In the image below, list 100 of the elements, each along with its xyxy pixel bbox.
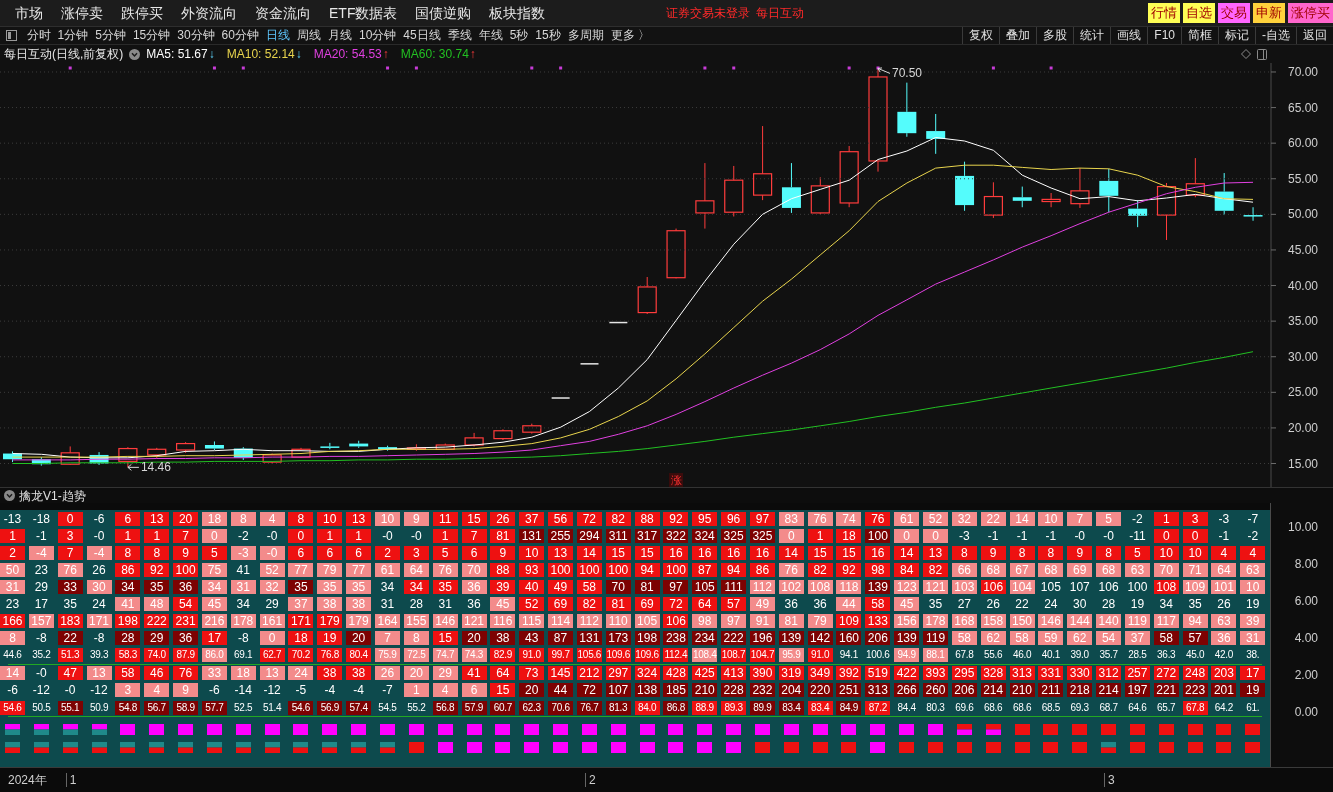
toolbar-button[interactable]: F10 bbox=[1147, 27, 1181, 44]
table-cell: 54.8 bbox=[115, 700, 141, 715]
table-cell: 3 bbox=[1182, 511, 1208, 526]
table-cell: 11 bbox=[432, 511, 458, 526]
table-cell: 138 bbox=[634, 683, 660, 698]
table-cell: 8 bbox=[403, 631, 429, 646]
table-cell: 69 bbox=[1067, 562, 1093, 577]
table-cell: 1 bbox=[317, 528, 343, 543]
table-cell: 231 bbox=[173, 614, 199, 629]
period-tab[interactable]: 更多 〉 bbox=[607, 27, 654, 44]
pointer-arrow-icon bbox=[877, 67, 891, 74]
table-cell-text: 40.1 bbox=[1040, 648, 1061, 663]
dropdown-icon[interactable] bbox=[129, 48, 141, 60]
period-tab[interactable]: 5分钟 bbox=[91, 27, 130, 44]
table-cell: 94.9 bbox=[894, 648, 920, 663]
toolbar-button[interactable]: 叠加 bbox=[999, 27, 1037, 44]
quick-button[interactable]: 自选 bbox=[1183, 3, 1215, 23]
panel-icon[interactable] bbox=[6, 30, 17, 41]
table-cell: 31 bbox=[1240, 631, 1266, 646]
menu-item[interactable]: 国债逆购 bbox=[406, 0, 481, 26]
toolbar-button[interactable]: 画线 bbox=[1110, 27, 1148, 44]
price-axis-label: 35.00 bbox=[1287, 314, 1318, 329]
table-cell: 93 bbox=[519, 562, 545, 577]
quick-button[interactable]: 申新 bbox=[1253, 3, 1285, 23]
period-tab[interactable]: 多周期 bbox=[564, 27, 608, 44]
panel-icon[interactable] bbox=[1257, 48, 1267, 60]
toolbar-button[interactable]: -自选 bbox=[1255, 27, 1296, 44]
table-cell: 70 bbox=[461, 562, 487, 577]
status-notice: 证券交易未登录 bbox=[666, 5, 751, 22]
period-tab[interactable]: 分时 bbox=[23, 27, 54, 44]
period-tab[interactable]: 15分钟 bbox=[129, 27, 174, 44]
table-cell: 15 bbox=[490, 683, 516, 698]
table-cell: 7 bbox=[1067, 511, 1093, 526]
table-cell: 63 bbox=[1211, 614, 1237, 629]
period-tab[interactable]: 45日线 bbox=[399, 27, 445, 44]
table-cell: 16 bbox=[692, 545, 718, 560]
menu-item[interactable]: 市场 bbox=[6, 0, 52, 26]
table-cell: 70 bbox=[605, 579, 631, 594]
quick-button[interactable]: 交易 bbox=[1218, 3, 1250, 23]
period-tab[interactable]: 周线 bbox=[293, 27, 325, 44]
table-cell: 58 bbox=[115, 666, 141, 681]
table-cell: 2 bbox=[374, 545, 400, 560]
table-cell: 8 bbox=[288, 511, 314, 526]
table-cell: 14 bbox=[0, 666, 25, 681]
table-cell: 238 bbox=[663, 631, 689, 646]
indicator-value: MA60: 30.74 bbox=[400, 46, 469, 63]
table-cell: 519 bbox=[865, 666, 891, 681]
menu-item[interactable]: 跌停买 bbox=[112, 0, 172, 26]
table-cell: 100 bbox=[576, 562, 602, 577]
table-cell: 76 bbox=[173, 666, 199, 681]
table-cell: 19 bbox=[1240, 683, 1266, 698]
menu-item[interactable]: ETF数据表 bbox=[320, 0, 407, 26]
price-axis-label: 70.00 bbox=[1287, 64, 1318, 79]
table-cell: 108 bbox=[1153, 579, 1179, 594]
table-cell: 67 bbox=[1009, 562, 1035, 577]
quick-button[interactable]: 行情 bbox=[1148, 3, 1180, 23]
period-tab[interactable]: 1分钟 bbox=[54, 27, 92, 44]
table-cell: 313 bbox=[1009, 666, 1035, 681]
toolbar-button[interactable]: 标记 bbox=[1218, 27, 1255, 44]
table-cell: 8 bbox=[144, 545, 170, 560]
table-cell: 77 bbox=[288, 562, 314, 577]
table-cell: 38 bbox=[346, 597, 372, 611]
period-tab[interactable]: 10分钟 bbox=[355, 27, 400, 44]
table-cell: 260 bbox=[923, 683, 948, 698]
table-cell: 39 bbox=[490, 579, 516, 594]
dropdown-icon[interactable] bbox=[4, 490, 15, 501]
table-cell: 422 bbox=[894, 666, 920, 681]
table-cell-text: -11 bbox=[1128, 528, 1147, 543]
toolbar-button[interactable]: 多股 bbox=[1036, 27, 1074, 44]
table-cell: 17 bbox=[201, 631, 227, 646]
table-cell-text: 17 bbox=[33, 597, 49, 611]
toolbar-button[interactable]: 简框 bbox=[1181, 27, 1218, 44]
period-tab[interactable]: 季线 bbox=[444, 27, 476, 44]
table-cell: 425 bbox=[692, 666, 718, 681]
table-cell: 44 bbox=[548, 683, 574, 698]
period-tab[interactable]: 15秒 bbox=[531, 27, 565, 44]
period-tab[interactable]: 年线 bbox=[475, 27, 507, 44]
table-cell: 52 bbox=[923, 511, 948, 526]
menu-item[interactable]: 外资流向 bbox=[172, 0, 246, 26]
table-cell: 6 bbox=[115, 511, 141, 526]
table-cell-text: 34 bbox=[235, 597, 251, 611]
table-cell: 82 bbox=[807, 562, 833, 577]
period-tab[interactable]: 30分钟 bbox=[173, 27, 219, 44]
toolbar-button[interactable]: 返回 bbox=[1296, 27, 1333, 44]
trend-arrow: ↑ bbox=[469, 46, 476, 63]
table-cell: 86.0 bbox=[201, 648, 227, 663]
table-cell: 58 bbox=[865, 597, 891, 611]
period-tab[interactable]: 5秒 bbox=[506, 27, 532, 44]
table-cell: 54 bbox=[1096, 631, 1122, 646]
menu-item[interactable]: 涨停卖 bbox=[52, 0, 112, 26]
toolbar-button[interactable]: 复权 bbox=[962, 27, 1000, 44]
period-tab[interactable]: 月线 bbox=[324, 27, 356, 44]
table-cell: 68 bbox=[980, 562, 1006, 577]
period-tab[interactable]: 日线 bbox=[262, 27, 294, 44]
period-tab[interactable]: 60分钟 bbox=[218, 27, 263, 44]
table-cell: 110 bbox=[605, 614, 631, 629]
year-label: 2024年 bbox=[7, 772, 48, 789]
toolbar-button[interactable]: 统计 bbox=[1073, 27, 1111, 44]
menu-item[interactable]: 板块指数 bbox=[480, 0, 555, 26]
menu-item[interactable]: 资金流向 bbox=[246, 0, 320, 26]
